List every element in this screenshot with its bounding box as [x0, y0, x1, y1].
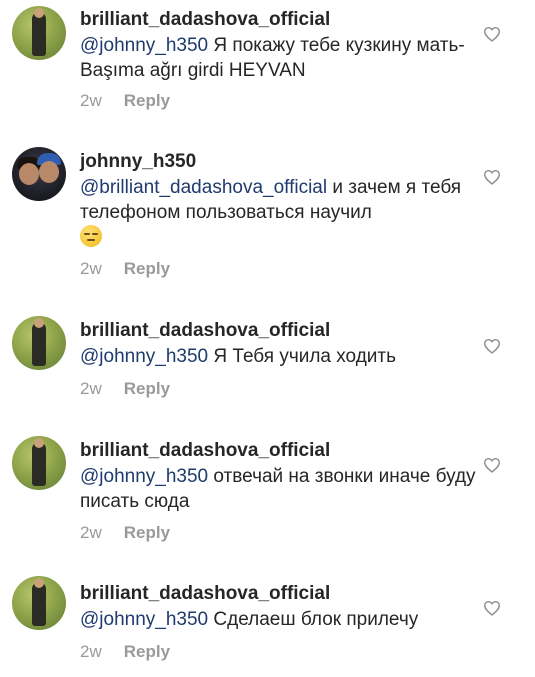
profile-avatar[interactable] — [12, 576, 66, 630]
comment-meta: 2w Reply — [80, 379, 170, 399]
comment-text: @johnny_h350 Я покажу тебе кузкину мать-… — [80, 33, 480, 83]
reply-button[interactable]: Reply — [124, 642, 170, 661]
profile-avatar[interactable] — [12, 436, 66, 490]
comment-username[interactable]: brilliant_dadashova_official — [80, 440, 330, 462]
comment-time: 2w — [80, 259, 102, 278]
unamused-face-emoji — [80, 225, 102, 247]
comment-time: 2w — [80, 379, 102, 398]
heart-icon[interactable] — [483, 169, 501, 185]
profile-avatar[interactable] — [12, 6, 66, 60]
comment-time: 2w — [80, 642, 102, 661]
comment-text: @johnny_h350 отвечай на звонки иначе буд… — [80, 464, 480, 514]
comment-meta: 2w Reply — [80, 523, 170, 543]
reply-button[interactable]: Reply — [124, 523, 170, 542]
comment-time: 2w — [80, 91, 102, 110]
reply-button[interactable]: Reply — [124, 259, 170, 278]
reply-button[interactable]: Reply — [124, 91, 170, 110]
comment-username[interactable]: brilliant_dadashova_official — [80, 583, 330, 605]
heart-icon[interactable] — [483, 26, 501, 42]
comment-username[interactable]: johnny_h350 — [80, 151, 196, 173]
comment-time: 2w — [80, 523, 102, 542]
reply-button[interactable]: Reply — [124, 379, 170, 398]
comment-meta: 2w Reply — [80, 642, 170, 662]
comment-meta: 2w Reply — [80, 91, 170, 111]
comment-username[interactable]: brilliant_dadashova_official — [80, 9, 330, 31]
comment-text: @johnny_h350 Сделаеш блок прилечу — [80, 607, 480, 632]
comment-body: Сделаеш блок прилечу — [208, 609, 419, 630]
comment-text: @brilliant_dadashova_official и зачем я … — [80, 175, 480, 251]
heart-icon[interactable] — [483, 338, 501, 354]
mention-link[interactable]: @johnny_h350 — [80, 35, 208, 56]
profile-avatar[interactable] — [12, 316, 66, 370]
comment-meta: 2w Reply — [80, 259, 170, 279]
mention-link[interactable]: @brilliant_dadashova_official — [80, 177, 327, 198]
comment-text: @johnny_h350 Я Тебя учила ходить — [80, 344, 480, 369]
heart-icon[interactable] — [483, 600, 501, 616]
comment-username[interactable]: brilliant_dadashova_official — [80, 320, 330, 342]
comment-body: Я Тебя учила ходить — [208, 346, 397, 367]
heart-icon[interactable] — [483, 457, 501, 473]
profile-avatar[interactable] — [12, 147, 66, 201]
mention-link[interactable]: @johnny_h350 — [80, 609, 208, 630]
mention-link[interactable]: @johnny_h350 — [80, 346, 208, 367]
mention-link[interactable]: @johnny_h350 — [80, 466, 208, 487]
